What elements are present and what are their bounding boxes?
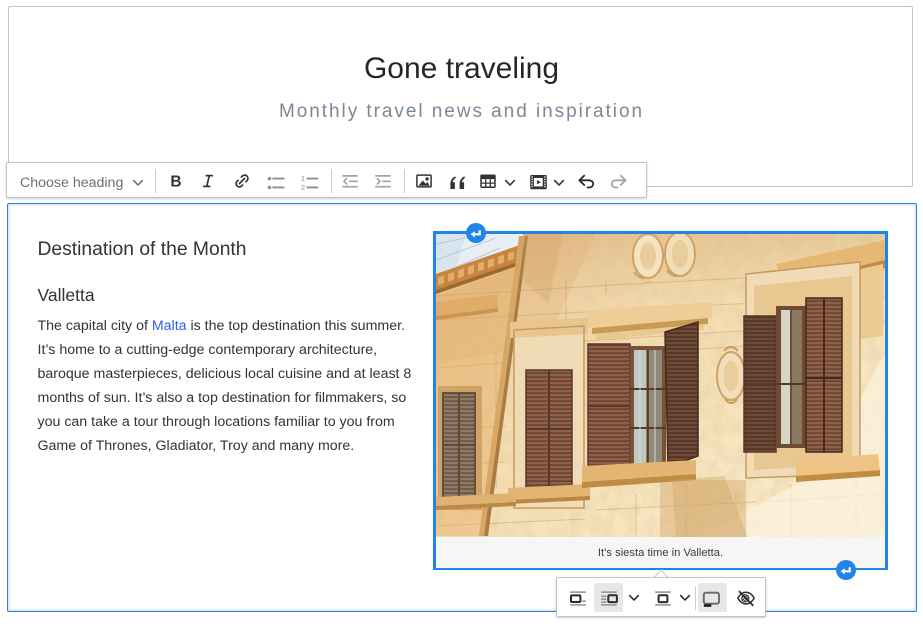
svg-text:1: 1 bbox=[301, 174, 305, 183]
svg-text:B: B bbox=[170, 173, 181, 190]
svg-text:2: 2 bbox=[301, 183, 305, 191]
